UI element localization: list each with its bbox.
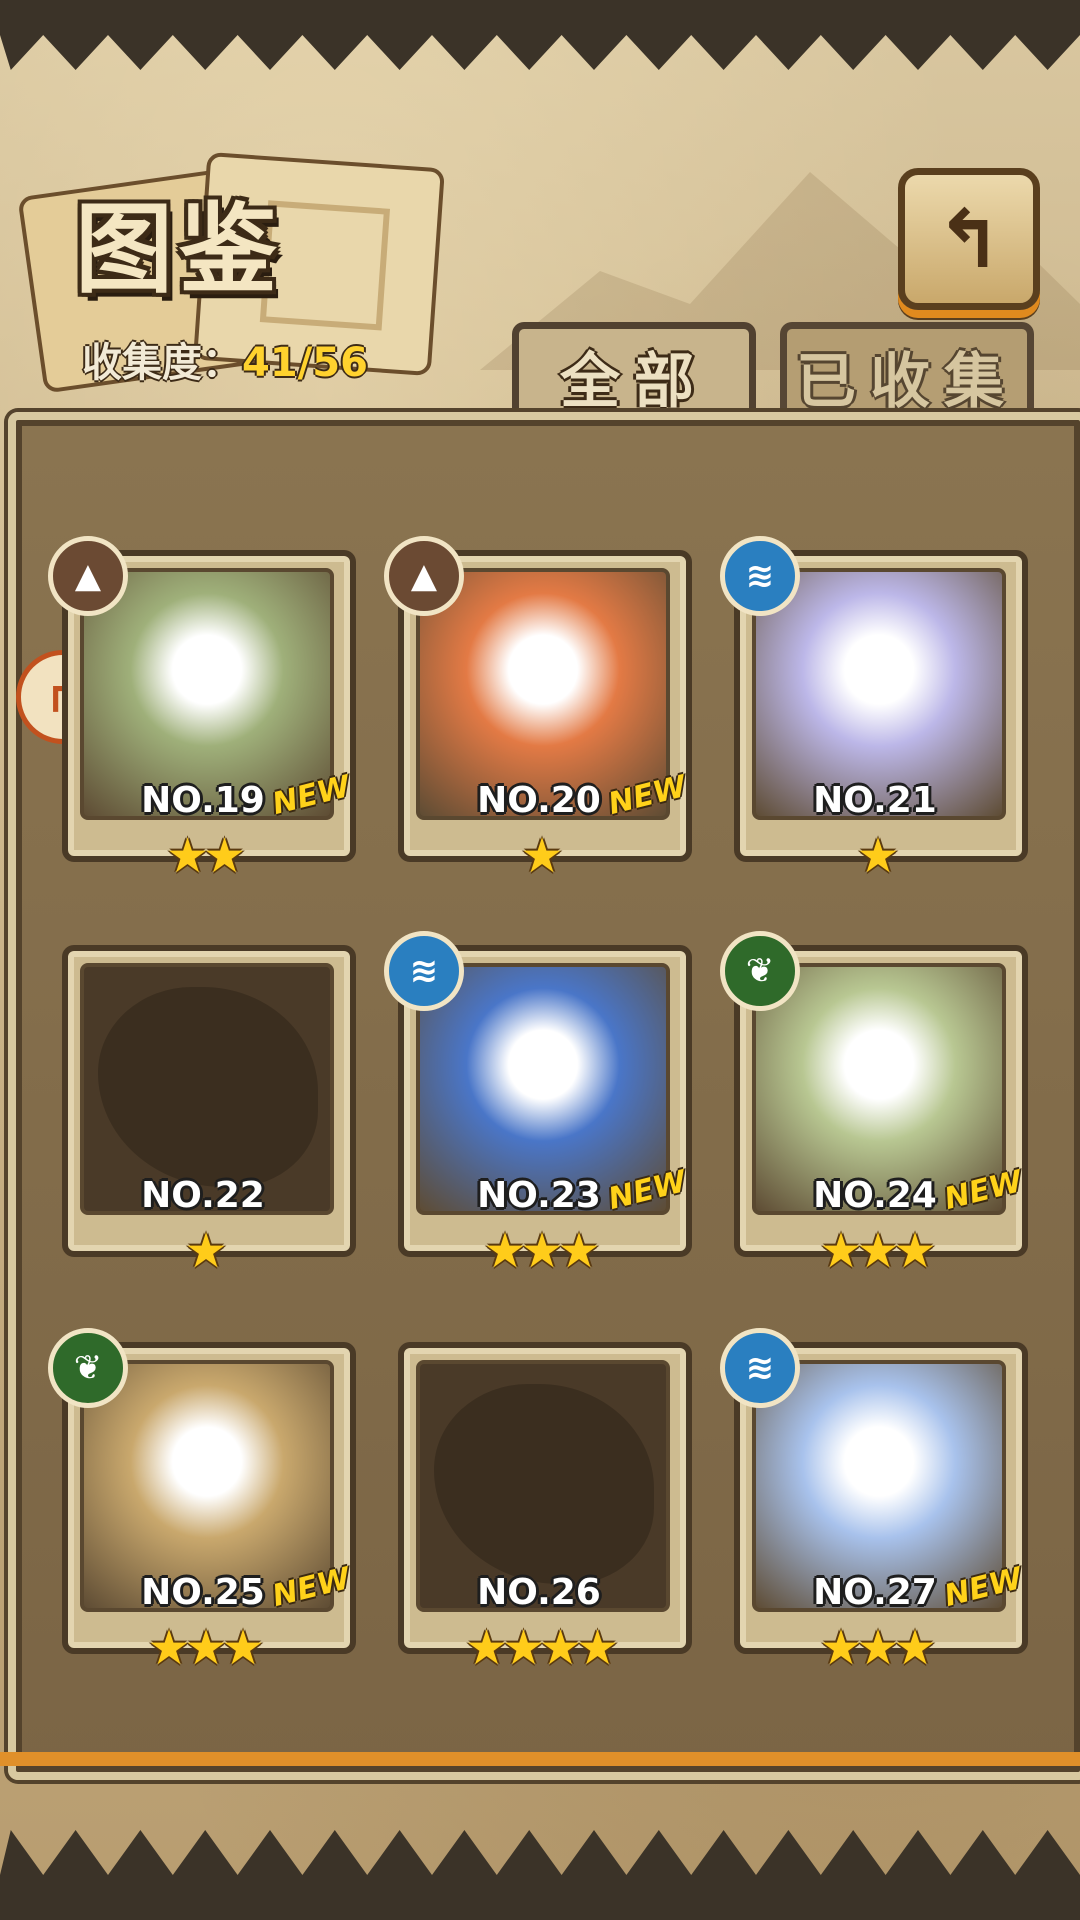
character-card[interactable]: NO.24 NEW ★★★ ❦ bbox=[720, 931, 1028, 1279]
locked-silhouette bbox=[434, 1384, 654, 1584]
star-rating: ★ bbox=[184, 1223, 227, 1279]
character-card[interactable]: NO.22 ★ bbox=[62, 945, 356, 1279]
card-number: NO.21 bbox=[813, 780, 937, 821]
character-card[interactable]: NO.27 NEW ★★★ ≋ bbox=[720, 1328, 1028, 1676]
bottom-zigzag-border bbox=[0, 1830, 1080, 1920]
character-card[interactable]: NO.25 NEW ★★★ ❦ bbox=[48, 1328, 356, 1676]
star-rating: ★★★★ bbox=[464, 1620, 619, 1676]
star-rating: ★★ bbox=[165, 828, 246, 884]
character-card[interactable]: NO.19 NEW ★★ ▲ bbox=[48, 536, 356, 884]
star-rating: ★★★ bbox=[819, 1223, 936, 1279]
water-icon: ≋ bbox=[384, 931, 464, 1011]
collection-value: 41/56 bbox=[242, 340, 368, 386]
star-rating: ★★★ bbox=[819, 1620, 936, 1676]
earth-icon: ▲ bbox=[48, 536, 128, 616]
tab-collected[interactable]: 已收集 bbox=[780, 322, 1034, 424]
water-icon: ≋ bbox=[720, 1328, 800, 1408]
character-card[interactable]: NO.23 NEW ★★★ ≋ bbox=[384, 931, 692, 1279]
tab-all[interactable]: 全部 bbox=[512, 322, 756, 424]
collection-progress: 收集度：41/56 bbox=[82, 330, 368, 388]
star-rating: ★ bbox=[520, 828, 563, 884]
card-number: NO.26 bbox=[477, 1572, 601, 1613]
game-screen: 图鉴 收集度：41/56 ↰ 全部 已收集 ↱ NO.19NEW★★▲NO.20… bbox=[0, 0, 1080, 1920]
wood-icon: ❦ bbox=[48, 1328, 128, 1408]
locked-silhouette bbox=[98, 987, 318, 1187]
return-arrow-icon: ↰ bbox=[935, 192, 1003, 286]
character-card[interactable]: NO.21 ★ ≋ bbox=[720, 536, 1028, 884]
star-rating: ★ bbox=[856, 828, 899, 884]
card-number: NO.22 bbox=[141, 1175, 265, 1216]
panel-bottom-trim bbox=[0, 1752, 1080, 1766]
character-card[interactable]: NO.20 NEW ★ ▲ bbox=[384, 536, 692, 884]
earth-icon: ▲ bbox=[384, 536, 464, 616]
back-button[interactable]: ↰ bbox=[898, 168, 1040, 310]
page-title: 图鉴 bbox=[75, 193, 284, 307]
star-rating: ★★★ bbox=[147, 1620, 264, 1676]
top-zigzag-border bbox=[0, 0, 1080, 70]
star-rating: ★★★ bbox=[483, 1223, 600, 1279]
collection-label: 收集度： bbox=[82, 340, 242, 386]
character-card[interactable]: NO.26 ★★★★ bbox=[398, 1342, 692, 1676]
water-icon: ≋ bbox=[720, 536, 800, 616]
wood-icon: ❦ bbox=[720, 931, 800, 1011]
